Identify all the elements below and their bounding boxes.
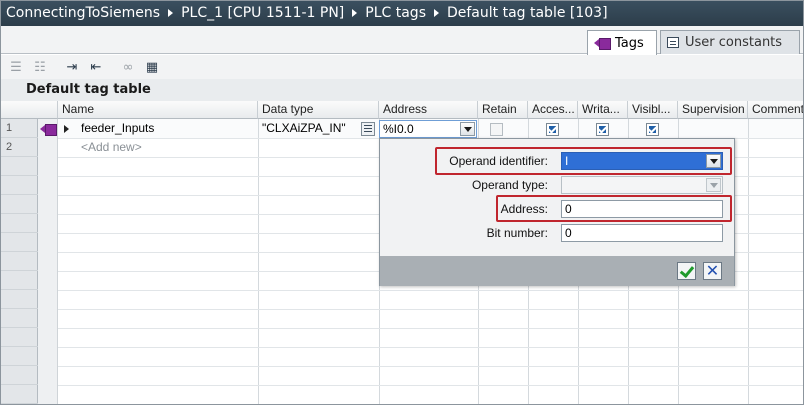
confirm-button[interactable] <box>677 262 696 280</box>
breadcrumb: ConnectingToSiemens PLC_1 [CPU 1511-1 PN… <box>0 0 804 26</box>
bit-number-value: 0 <box>565 226 572 240</box>
header-supervision[interactable]: Supervision <box>678 101 748 119</box>
breadcrumb-tag-table: Default tag table [103] <box>446 5 608 21</box>
close-icon: ✕ <box>705 261 720 280</box>
header-address[interactable]: Address <box>379 101 478 119</box>
insert-row-icon: ☰ <box>10 59 22 75</box>
cancel-button[interactable]: ✕ <box>703 261 722 280</box>
header-writable[interactable]: Writa... <box>578 101 628 119</box>
add-row-button[interactable]: ☷ <box>30 58 50 76</box>
glasses-icon: ∞ <box>122 59 134 75</box>
icon-column <box>38 119 58 405</box>
tag-name[interactable]: feeder_Inputs <box>81 119 154 138</box>
operand-type-select[interactable] <box>561 176 723 194</box>
header-retain[interactable]: Retain <box>478 101 528 119</box>
highlight-box-operand-identifier <box>435 147 732 175</box>
header-name[interactable]: Name <box>58 101 258 119</box>
highlight-box-address <box>496 195 732 222</box>
popup-footer: ✕ <box>380 256 734 286</box>
retain-checkbox[interactable] <box>490 123 503 136</box>
tab-bar: Tags User constants <box>0 26 804 55</box>
breadcrumb-arrow-icon <box>352 9 358 17</box>
header-corner <box>0 101 58 119</box>
import-icon: ⇤ <box>90 59 102 75</box>
insert-row-button[interactable]: ☰ <box>6 58 26 76</box>
breadcrumb-project[interactable]: ConnectingToSiemens <box>6 5 160 21</box>
breadcrumb-plc[interactable]: PLC_1 [CPU 1511-1 PN] <box>181 5 344 21</box>
tab-user-constants-label: User constants <box>685 35 783 50</box>
add-new-row[interactable]: <Add new> <box>81 138 142 157</box>
export-button[interactable]: ⇥ <box>62 58 82 76</box>
tab-tags[interactable]: Tags <box>587 30 657 55</box>
header-comment[interactable]: Comment <box>748 101 804 119</box>
breadcrumb-plc-tags[interactable]: PLC tags <box>365 5 426 21</box>
address-field[interactable]: %I0.0 <box>379 120 477 138</box>
header-accessible[interactable]: Acces... <box>528 101 578 119</box>
monitor-button[interactable]: ∞ <box>118 58 138 76</box>
header-data-type[interactable]: Data type <box>258 101 379 119</box>
import-button[interactable]: ⇤ <box>86 58 106 76</box>
tag-icon <box>40 124 57 136</box>
keep-values-button[interactable]: ▦ <box>142 58 162 76</box>
bit-number-label: Bit number: <box>486 226 548 240</box>
toolbar: ☰ ☷ ⇥ ⇤ ∞ ▦ <box>0 55 804 79</box>
tag-icon <box>594 38 611 50</box>
header-visible[interactable]: Visibl... <box>628 101 678 119</box>
export-icon: ⇥ <box>66 59 78 75</box>
breadcrumb-arrow-icon <box>168 9 174 17</box>
add-row-icon: ☷ <box>34 59 46 75</box>
visible-checkbox[interactable] <box>646 123 659 136</box>
row-number-column: 1 2 <box>0 119 38 405</box>
expand-arrow-icon[interactable] <box>64 125 69 133</box>
breadcrumb-arrow-icon <box>433 9 439 17</box>
tag-data-type[interactable]: "CLXAiZPA_IN" <box>262 119 358 138</box>
operand-type-dropdown-button[interactable] <box>706 178 721 192</box>
tab-tags-label: Tags <box>615 35 644 51</box>
row-number[interactable]: 2 <box>0 138 38 157</box>
tab-user-constants[interactable]: User constants <box>660 30 800 54</box>
accessible-checkbox[interactable] <box>546 123 559 136</box>
row-number[interactable]: 1 <box>0 119 38 138</box>
browse-type-button[interactable] <box>361 122 375 136</box>
operand-type-label: Operand type: <box>471 178 548 192</box>
address-value: %I0.0 <box>383 122 414 136</box>
table-title: Default tag table <box>0 79 804 101</box>
keep-values-icon: ▦ <box>145 59 159 75</box>
address-dropdown-button[interactable] <box>460 122 475 136</box>
bit-number-input[interactable]: 0 <box>561 224 723 242</box>
writable-checkbox[interactable] <box>596 123 609 136</box>
user-constants-icon <box>667 37 679 48</box>
